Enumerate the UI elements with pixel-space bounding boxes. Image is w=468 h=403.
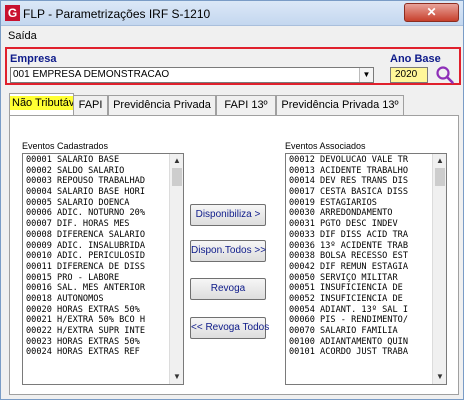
list-item[interactable]: 00050 SERVIÇO MILITAR	[289, 273, 432, 284]
list-item[interactable]: 00003 REPOUSO TRABALHAD	[26, 176, 169, 187]
empresa-section: Empresa Ano Base 001 EMPRESA DEMONSTRACA…	[5, 47, 461, 85]
list-item[interactable]: 00030 ARREDONDAMENTO	[289, 208, 432, 219]
tab-previdencia-privada[interactable]: Previdência Privada	[108, 95, 216, 115]
revoga-todos-button[interactable]: << Revoga Todos	[190, 317, 269, 339]
list-item[interactable]: 00060 PIS - RENDIMENTO/	[289, 315, 432, 326]
list-item[interactable]: 00011 DIFERENCA DE DISS	[26, 262, 169, 273]
list-item[interactable]: 00101 ACORDO JUST TRABA	[289, 347, 432, 358]
list-item[interactable]: 00015 PRO - LABORE	[26, 273, 169, 284]
list-item[interactable]: 00007 DIF. HORAS MES	[26, 219, 169, 230]
list-item[interactable]: 00036 13º ACIDENTE TRAB	[289, 241, 432, 252]
list-item[interactable]: 00012 DEVOLUCAO VALE TR	[289, 155, 432, 166]
revoga-button[interactable]: Revoga	[190, 278, 266, 300]
ano-base-label: Ano Base	[390, 53, 441, 65]
scroll-up-icon[interactable]: ▲	[172, 156, 182, 166]
chevron-down-icon[interactable]: ▼	[359, 68, 373, 82]
scroll-down-icon[interactable]: ▼	[435, 372, 445, 382]
window-edge-right	[464, 0, 468, 403]
list-item[interactable]: 00033 DIF DISS ACID TRA	[289, 230, 432, 241]
list-item[interactable]: 00024 HORAS EXTRAS REF	[26, 347, 169, 358]
scroll-down-icon[interactable]: ▼	[172, 372, 182, 382]
list-item[interactable]: 00016 SAL. MES ANTERIOR	[26, 283, 169, 294]
list-item[interactable]: 00031 PGTO DESC INDEV	[289, 219, 432, 230]
tab-previdencia-privada-13[interactable]: Previdência Privada 13º	[276, 95, 404, 115]
list-item[interactable]: 00002 SALDO SALARIO	[26, 166, 169, 177]
menu-bar: Saída	[1, 27, 463, 45]
list-item[interactable]: 00006 ADIC. NOTURNO 20%	[26, 208, 169, 219]
list-item[interactable]: 00004 SALARIO BASE HORI	[26, 187, 169, 198]
list-item[interactable]: 00018 AUTONOMOS	[26, 294, 169, 305]
vertical-scrollbar[interactable]: ▲ ▼	[432, 154, 446, 384]
flp-app-icon: G	[5, 5, 20, 21]
disponibiliza-button[interactable]: Disponibiliza >	[190, 204, 266, 226]
tab-nao-tributaveis[interactable]: Não Tributáveis	[9, 93, 91, 116]
eventos-cadastrados-label: Eventos Cadastrados	[22, 141, 109, 151]
list-item[interactable]: 00022 H/EXTRA SUPR INTE	[26, 326, 169, 337]
title-bar: G FLP - Parametrizações IRF S-1210 ✕	[1, 1, 463, 26]
list-item[interactable]: 00017 CESTA BASICA DISS	[289, 187, 432, 198]
eventos-associados-list[interactable]: 00012 DEVOLUCAO VALE TR 00013 ACIDENTE TR…	[285, 153, 447, 385]
eventos-associados-items: 00012 DEVOLUCAO VALE TR 00013 ACIDENTE TR…	[289, 155, 432, 358]
list-item[interactable]: 00014 DEV RES TRANS DIS	[289, 176, 432, 187]
scroll-thumb[interactable]	[172, 168, 182, 186]
list-item[interactable]: 00019 ESTAGIARIOS	[289, 198, 432, 209]
eventos-associados-label: Eventos Associados	[285, 141, 366, 151]
list-item[interactable]: 00038 BOLSA RECESSO EST	[289, 251, 432, 262]
scroll-thumb[interactable]	[435, 168, 445, 186]
empresa-select-value: 001 EMPRESA DEMONSTRACAO	[13, 69, 170, 80]
list-item[interactable]: 00054 ADIANT. 13º SAL I	[289, 305, 432, 316]
list-item[interactable]: 00001 SALARIO BASE	[26, 155, 169, 166]
tab-strip: Não Tributáveis FAPI Previdência Privada…	[9, 93, 459, 116]
tab-fapi[interactable]: FAPI	[73, 95, 108, 115]
menu-item-saida[interactable]: Saída	[8, 30, 37, 42]
list-item[interactable]: 00010 ADIC. PERICULOSID	[26, 251, 169, 262]
vertical-scrollbar[interactable]: ▲ ▼	[169, 154, 183, 384]
tab-panel: Eventos Cadastrados 00001 SALARIO BASE 00…	[9, 115, 459, 395]
list-item[interactable]: 00100 ADIANTAMENTO QUIN	[289, 337, 432, 348]
search-icon[interactable]	[435, 65, 455, 85]
list-item[interactable]: 00021 H/EXTRA 50% BCO H	[26, 315, 169, 326]
list-item[interactable]: 00013 ACIDENTE TRABALHO	[289, 166, 432, 177]
close-button[interactable]: ✕	[404, 3, 459, 22]
ano-base-input[interactable]: 2020	[390, 67, 428, 83]
list-item[interactable]: 00052 INSUFICIENCIA DE	[289, 294, 432, 305]
list-item[interactable]: 00070 SALARIO FAMILIA	[289, 326, 432, 337]
list-item[interactable]: 00042 DIF REMUN ESTAGIA	[289, 262, 432, 273]
list-item[interactable]: 00023 HORAS EXTRAS 50%	[26, 337, 169, 348]
window-title: FLP - Parametrizações IRF S-1210	[23, 7, 211, 21]
list-item[interactable]: 00020 HORAS EXTRAS 50%	[26, 305, 169, 316]
main-window: G FLP - Parametrizações IRF S-1210 ✕ Saí…	[0, 0, 464, 400]
dispon-todos-button[interactable]: Dispon.Todos >>	[190, 240, 266, 262]
scroll-up-icon[interactable]: ▲	[435, 156, 445, 166]
list-item[interactable]: 00008 DIFERENCA SALARIO	[26, 230, 169, 241]
tab-fapi-13[interactable]: FAPI 13º	[216, 95, 276, 115]
eventos-cadastrados-list[interactable]: 00001 SALARIO BASE 00002 SALDO SALARIO 000…	[22, 153, 184, 385]
empresa-label: Empresa	[10, 53, 57, 65]
list-item[interactable]: 00051 INSUFICIENCIA DE	[289, 283, 432, 294]
eventos-cadastrados-items: 00001 SALARIO BASE 00002 SALDO SALARIO 000…	[26, 155, 169, 358]
empresa-select[interactable]: 001 EMPRESA DEMONSTRACAO ▼	[10, 67, 374, 83]
list-item[interactable]: 00005 SALARIO DOENCA	[26, 198, 169, 209]
list-item[interactable]: 00009 ADIC. INSALUBRIDA	[26, 241, 169, 252]
